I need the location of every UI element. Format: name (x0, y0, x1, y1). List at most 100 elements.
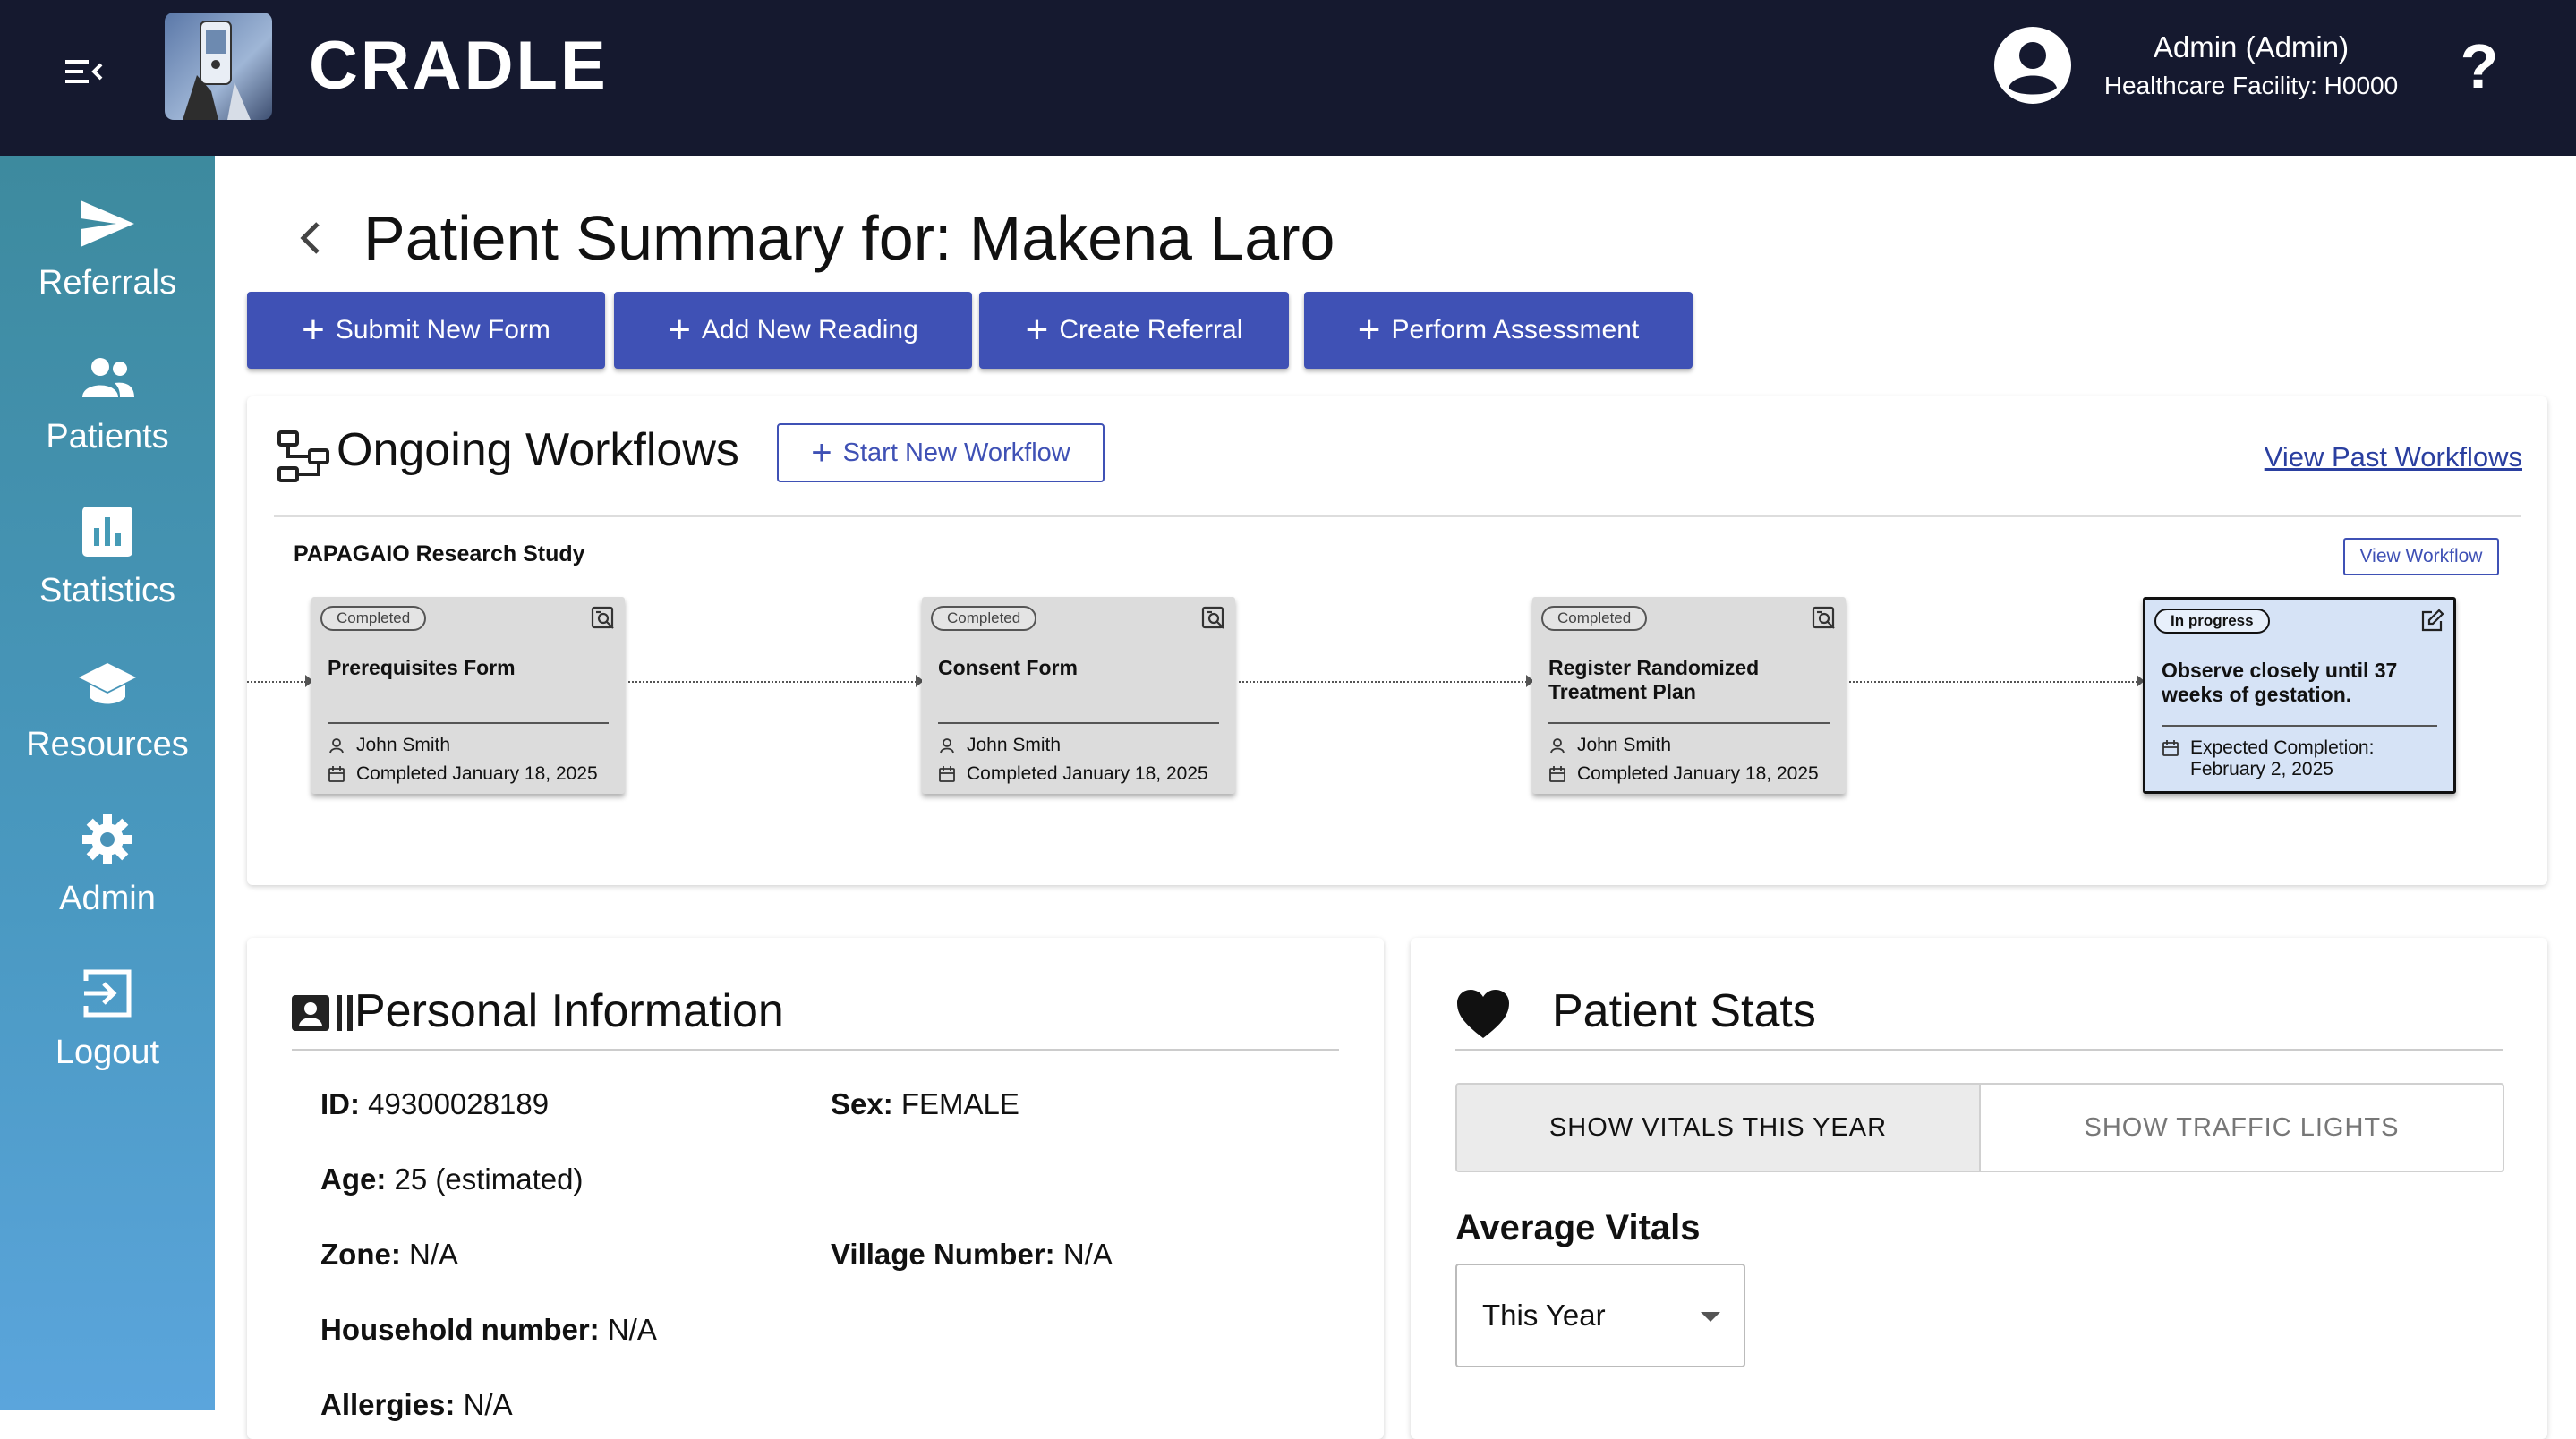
divider (274, 515, 2521, 517)
calendar-icon (939, 766, 955, 782)
step-person: John Smith (1577, 735, 1672, 755)
sidebar-item-admin[interactable]: Admin (0, 789, 215, 932)
workflow-step-current[interactable]: In progress Observe closely until 37 wee… (2143, 597, 2456, 794)
person-icon (940, 738, 954, 754)
step-connector (247, 681, 306, 683)
facility-name: Healthcare Facility: H0000 (2103, 72, 2399, 99)
send-icon (77, 193, 138, 254)
status-badge: In progress (2154, 609, 2270, 634)
step-name: Observe closely until 37 weeks of gestat… (2162, 659, 2398, 706)
patient-allergies: Allergies: N/A (320, 1387, 513, 1423)
field-label: Village Number: (831, 1238, 1055, 1271)
divider (1548, 722, 1830, 724)
plus-icon: + (1357, 308, 1381, 352)
period-select[interactable]: This Year (1455, 1264, 1745, 1367)
field-label: Age: (320, 1162, 387, 1196)
button-label: Start New Workflow (842, 438, 1070, 467)
field-value: 25 (estimated) (394, 1162, 584, 1196)
view-past-workflows-link[interactable]: View Past Workflows (2265, 441, 2522, 473)
divider (1455, 1049, 2503, 1051)
patient-stats-card: Patient Stats SHOW VITALS THIS YEAR SHOW… (1411, 938, 2547, 1439)
step-name: Consent Form (938, 656, 1078, 679)
patient-village: Village Number: N/A (831, 1237, 1113, 1273)
workflow-step[interactable]: Completed Prerequisites Form John Smith … (311, 597, 625, 794)
workflows-title: Ongoing Workflows (337, 424, 739, 476)
plus-icon: + (668, 308, 691, 352)
app-brand: CRADLE (309, 28, 609, 104)
personal-information-card: Personal Information ID: 49300028189 Sex… (247, 938, 1384, 1439)
calendar-icon (328, 766, 345, 782)
sidebar-item-label: Logout (55, 1034, 160, 1071)
workflow-step[interactable]: Completed Consent Form John Smith Comple… (922, 597, 1235, 794)
step-name: Register Randomized Treatment Plan (1548, 656, 1760, 703)
calendar-icon (1549, 766, 1565, 782)
sidebar-item-referrals[interactable]: Referrals (0, 174, 215, 317)
personal-info-title: Personal Information (354, 985, 784, 1037)
field-value: N/A (1062, 1238, 1113, 1271)
button-label: Submit New Form (335, 315, 550, 345)
view-workflow-button[interactable]: View Workflow (2343, 538, 2499, 575)
step-date-text: Completed January 18, 2025 (356, 763, 598, 784)
school-icon (77, 655, 138, 716)
field-value: FEMALE (900, 1087, 1019, 1120)
show-vitals-tab[interactable]: SHOW VITALS THIS YEAR (1457, 1085, 1981, 1171)
sidebar: Referrals Patients Statistics Resources … (0, 156, 215, 1410)
show-traffic-lights-tab[interactable]: SHOW TRAFFIC LIGHTS (1981, 1085, 2503, 1171)
sidebar-item-label: Admin (59, 880, 156, 917)
step-assignee: John Smith (328, 735, 450, 756)
divider (2162, 725, 2437, 727)
workflow-step[interactable]: Completed Register Randomized Treatment … (1532, 597, 1846, 794)
view-details-icon[interactable] (1812, 606, 1837, 631)
bar-chart-icon (77, 501, 138, 562)
start-new-workflow-button[interactable]: + Start New Workflow (777, 423, 1105, 482)
patient-zone: Zone: N/A (320, 1237, 458, 1273)
field-label: Allergies: (320, 1388, 456, 1421)
account-icon[interactable] (1992, 25, 2073, 106)
sidebar-item-label: Referrals (38, 264, 177, 302)
sidebar-item-logout[interactable]: Logout (0, 943, 215, 1086)
study-name: PAPAGAIO Research Study (294, 541, 585, 566)
edit-icon[interactable] (2419, 609, 2444, 634)
view-details-icon[interactable] (1201, 606, 1226, 631)
field-label: Sex: (831, 1087, 893, 1120)
expected-label: Expected Completion: (2190, 737, 2375, 758)
view-details-icon[interactable] (591, 606, 616, 631)
patient-household: Household number: N/A (320, 1312, 657, 1348)
patient-stats-title: Patient Stats (1552, 985, 1816, 1037)
step-name: Prerequisites Form (328, 656, 516, 679)
sidebar-item-statistics[interactable]: Statistics (0, 481, 215, 625)
back-arrow-icon[interactable] (286, 215, 333, 261)
step-date: Completed January 18, 2025 (328, 763, 598, 785)
calendar-icon (2162, 740, 2179, 756)
step-connector (1849, 681, 2137, 683)
button-label: Create Referral (1059, 315, 1243, 345)
expected-date: February 2, 2025 (2190, 759, 2333, 779)
divider (292, 1049, 1339, 1051)
sidebar-item-label: Patients (46, 418, 169, 456)
ongoing-workflows-card: Ongoing Workflows + Start New Workflow Vi… (247, 396, 2547, 885)
collapse-menu-icon[interactable] (63, 49, 107, 94)
step-assignee: John Smith (938, 735, 1061, 756)
divider (938, 722, 1219, 724)
add-new-reading-button[interactable]: + Add New Reading (614, 292, 972, 369)
status-badge: Completed (931, 606, 1037, 631)
divider (328, 722, 609, 724)
user-name: Admin (Admin) (2153, 30, 2350, 64)
field-label: Household number: (320, 1313, 600, 1346)
plus-icon: + (1025, 308, 1049, 352)
heart-icon (1455, 988, 1511, 1040)
submit-new-form-button[interactable]: + Submit New Form (247, 292, 605, 369)
stats-toggle: SHOW VITALS THIS YEAR SHOW TRAFFIC LIGHT… (1455, 1083, 2504, 1172)
average-vitals-title: Average Vitals (1455, 1208, 1701, 1247)
perform-assessment-button[interactable]: + Perform Assessment (1304, 292, 1693, 369)
status-badge: Completed (320, 606, 427, 631)
logout-icon (77, 963, 138, 1024)
create-referral-button[interactable]: + Create Referral (979, 292, 1289, 369)
step-expected: Expected Completion: February 2, 2025 (2162, 737, 2374, 780)
sidebar-item-resources[interactable]: Resources (0, 635, 215, 779)
step-date: Completed January 18, 2025 (938, 763, 1208, 785)
app-header: CRADLE Admin (Admin) Healthcare Facility… (0, 0, 2576, 156)
sidebar-item-patients[interactable]: Patients (0, 328, 215, 471)
step-assignee: John Smith (1548, 735, 1671, 756)
help-icon[interactable]: ? (2452, 30, 2506, 102)
